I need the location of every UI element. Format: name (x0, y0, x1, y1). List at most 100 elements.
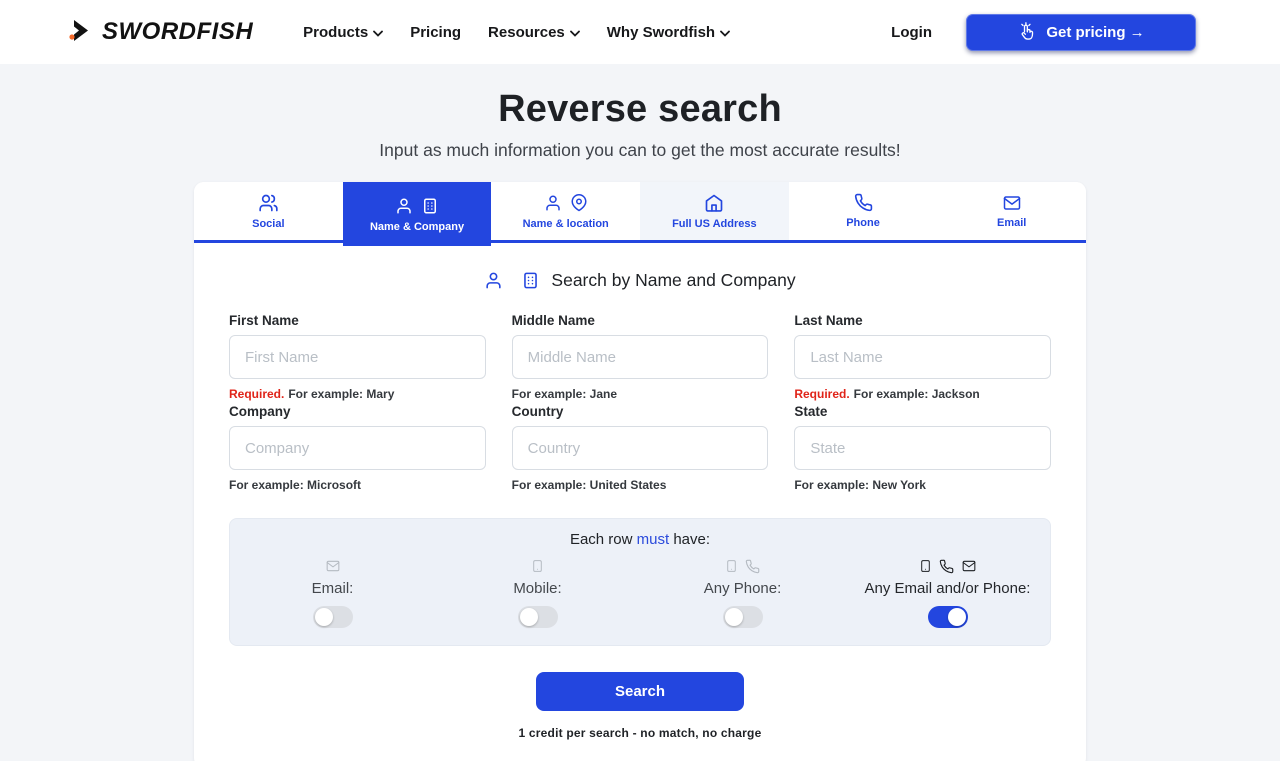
login-link[interactable]: Login (891, 24, 932, 41)
mobile-icon (725, 558, 738, 574)
field-helper: For example: Microsoft (229, 478, 486, 492)
swordfish-logo-icon (68, 18, 94, 46)
tab-label: Social (252, 218, 284, 230)
building-icon (421, 196, 439, 216)
home-icon (704, 193, 724, 213)
field-label: First Name (229, 313, 486, 328)
phone-icon (854, 193, 873, 212)
any-email-phone-toggle[interactable] (928, 606, 968, 628)
must-emphasis: must (637, 531, 670, 548)
toggle-knob (725, 608, 743, 626)
nav-item-pricing[interactable]: Pricing (410, 24, 461, 41)
field-label: Company (229, 404, 486, 419)
nav-item-label: Resources (488, 24, 565, 41)
phone-icon (939, 559, 954, 574)
tab-label: Full US Address (672, 218, 757, 230)
nav-item-products[interactable]: Products (303, 24, 383, 41)
swordfish-logo[interactable]: SWORDFISH (68, 18, 253, 46)
field-first-name: First Name Required.For example: Mary (229, 313, 486, 401)
person-icon (484, 270, 503, 291)
person-icon (395, 196, 413, 216)
must-have-title: Each row must have: (230, 531, 1050, 548)
tab-label: Name & location (523, 218, 609, 230)
nav-item-why-swordfish[interactable]: Why Swordfish (607, 24, 730, 41)
mobile-icon (531, 558, 544, 574)
search-tabs: Social Name & Company (194, 182, 1086, 243)
toggle-knob (520, 608, 538, 626)
toggle-knob (315, 608, 333, 626)
envelope-icon (961, 559, 977, 573)
building-icon (521, 270, 540, 291)
page-subtitle: Input as much information you can to get… (0, 140, 1280, 161)
field-last-name: Last Name Required.For example: Jackson (794, 313, 1051, 401)
toggle-label: Any Phone: (704, 580, 782, 597)
person-icon (544, 193, 562, 213)
state-input[interactable] (794, 426, 1051, 470)
map-pin-icon (570, 193, 588, 213)
get-pricing-label: Get pricing → (1046, 24, 1144, 41)
tab-full-us-address[interactable]: Full US Address (640, 182, 789, 240)
toggle-block-email: Email: (230, 558, 435, 628)
field-middle-name: Middle Name For example: Jane (512, 313, 769, 401)
field-helper: For example: New York (794, 478, 1051, 492)
header-actions: Login Get pricing → (891, 14, 1196, 51)
field-helper: For example: Jane (512, 387, 769, 401)
chevron-down-icon (720, 30, 730, 37)
field-helper: Required.For example: Mary (229, 387, 486, 401)
first-name-input[interactable] (229, 335, 486, 379)
email-toggle[interactable] (313, 606, 353, 628)
toggle-knob (948, 608, 966, 626)
submit-area: Search 1 credit per search - no match, n… (194, 672, 1086, 740)
toggle-label: Email: (312, 580, 354, 597)
search-card: Social Name & Company (194, 182, 1086, 761)
hero: Reverse search Input as much information… (0, 88, 1280, 161)
brand-name: SWORDFISH (102, 18, 253, 46)
toggle-block-any-email-phone: Any Email and/or Phone: (845, 558, 1050, 628)
tab-label: Name & Company (370, 221, 464, 233)
chevron-down-icon (373, 30, 383, 37)
company-input[interactable] (229, 426, 486, 470)
country-input[interactable] (512, 426, 769, 470)
field-label: State (794, 404, 1051, 419)
search-form: Search by Name and Company First Name Re… (194, 270, 1086, 492)
middle-name-input[interactable] (512, 335, 769, 379)
nav-item-resources[interactable]: Resources (488, 24, 580, 41)
tab-label: Phone (846, 217, 880, 229)
nav-item-label: Why Swordfish (607, 24, 715, 41)
page-title: Reverse search (0, 88, 1280, 131)
form-grid: First Name Required.For example: Mary Mi… (229, 313, 1051, 492)
field-state: State For example: New York (794, 404, 1051, 492)
required-marker: Required. (229, 387, 284, 401)
tab-name-company[interactable]: Name & Company (343, 182, 492, 246)
field-helper: For example: United States (512, 478, 769, 492)
chevron-down-icon (570, 30, 580, 37)
tab-social[interactable]: Social (194, 182, 343, 240)
field-label: Middle Name (512, 313, 769, 328)
field-label: Last Name (794, 313, 1051, 328)
tap-click-icon (1017, 22, 1037, 42)
any-phone-toggle[interactable] (723, 606, 763, 628)
field-helper: Required.For example: Jackson (794, 387, 1051, 401)
toggle-block-mobile: Mobile: (435, 558, 640, 628)
field-label: Country (512, 404, 769, 419)
must-have-panel: Each row must have: Email: Mobile: (229, 518, 1051, 646)
tab-email[interactable]: Email (937, 182, 1086, 240)
mobile-toggle[interactable] (518, 606, 558, 628)
toggle-label: Mobile: (513, 580, 561, 597)
credit-note: 1 credit per search - no match, no charg… (519, 726, 762, 740)
mobile-icon (919, 558, 932, 574)
toggle-row: Email: Mobile: (230, 558, 1050, 628)
nav-item-label: Pricing (410, 24, 461, 41)
tab-name-location[interactable]: Name & location (491, 182, 640, 240)
tab-phone[interactable]: Phone (789, 182, 938, 240)
search-button[interactable]: Search (536, 672, 744, 711)
toggle-label: Any Email and/or Phone: (865, 580, 1031, 597)
required-marker: Required. (794, 387, 849, 401)
people-icon (258, 193, 279, 213)
last-name-input[interactable] (794, 335, 1051, 379)
tab-label: Email (997, 217, 1026, 229)
form-heading: Search by Name and Company (229, 270, 1051, 291)
top-nav: SWORDFISH Products Pricing Resources Why… (0, 0, 1280, 64)
get-pricing-button[interactable]: Get pricing → (966, 14, 1196, 51)
nav-menu: Products Pricing Resources Why Swordfish (303, 24, 730, 41)
